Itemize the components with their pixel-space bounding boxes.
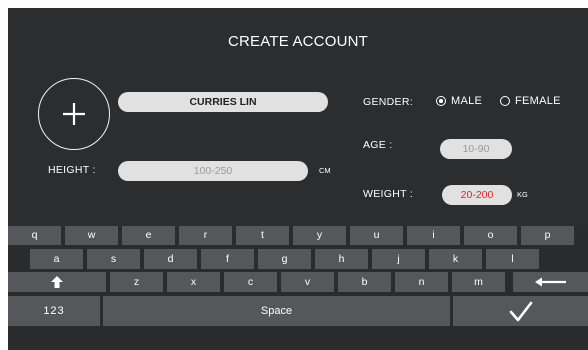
key-label: a xyxy=(53,253,60,265)
keyboard: p o i u y t r e w q l k j h g f d s a m n b v c x z 123 Space xyxy=(8,226,588,350)
key-label: v xyxy=(304,276,311,288)
key-r[interactable]: r xyxy=(179,226,232,245)
key-t[interactable]: t xyxy=(236,226,289,245)
key-label: r xyxy=(203,229,208,241)
key-p[interactable]: p xyxy=(521,226,574,245)
space-key[interactable]: Space xyxy=(103,296,450,326)
key-label: c xyxy=(247,276,254,288)
key-l[interactable]: l xyxy=(486,249,539,269)
height-field[interactable]: 100-250 xyxy=(118,161,308,181)
key-label: s xyxy=(110,253,117,265)
key-u[interactable]: u xyxy=(350,226,403,245)
key-label: d xyxy=(167,253,174,265)
gender-male-radio[interactable]: MALE xyxy=(436,95,482,107)
key-label: n xyxy=(418,276,425,288)
key-label: h xyxy=(338,253,345,265)
space-key-label: Space xyxy=(260,305,293,317)
key-j[interactable]: j xyxy=(372,249,425,269)
age-placeholder: 10-90 xyxy=(462,143,490,155)
key-label: g xyxy=(281,253,288,265)
key-label: j xyxy=(397,253,400,265)
key-label: o xyxy=(487,229,494,241)
key-n[interactable]: n xyxy=(395,272,448,292)
key-x[interactable]: x xyxy=(167,272,220,292)
age-field[interactable]: 10-90 xyxy=(440,139,512,159)
key-label: y xyxy=(316,229,323,241)
key-h[interactable]: h xyxy=(315,249,368,269)
radio-selected-icon xyxy=(436,96,446,106)
key-label: m xyxy=(474,276,483,288)
key-f[interactable]: f xyxy=(201,249,254,269)
key-label: f xyxy=(226,253,229,265)
shift-key[interactable] xyxy=(8,272,106,292)
name-field[interactable]: CURRIES LIN xyxy=(118,92,328,112)
key-v[interactable]: v xyxy=(281,272,334,292)
height-placeholder: 100-250 xyxy=(193,165,233,177)
page-title: CREATE ACCOUNT xyxy=(227,33,369,50)
key-d[interactable]: d xyxy=(144,249,197,269)
gender-male-label: MALE xyxy=(451,95,483,107)
plus-icon xyxy=(63,103,85,125)
key-label: z xyxy=(133,276,140,288)
key-label: q xyxy=(31,229,38,241)
weight-value: 20-200 xyxy=(460,189,494,201)
key-o[interactable]: o xyxy=(464,226,517,245)
backspace-key[interactable] xyxy=(513,272,588,292)
key-e[interactable]: e xyxy=(122,226,175,245)
numbers-key-label: 123 xyxy=(43,305,65,317)
confirm-key[interactable] xyxy=(453,296,588,326)
key-b[interactable]: b xyxy=(338,272,391,292)
key-i[interactable]: i xyxy=(407,226,460,245)
key-c[interactable]: c xyxy=(224,272,277,292)
key-label: e xyxy=(145,229,152,241)
height-unit: CM xyxy=(319,166,331,175)
weight-unit: KG xyxy=(517,190,528,199)
key-s[interactable]: s xyxy=(87,249,140,269)
add-photo-button[interactable] xyxy=(38,78,110,150)
key-m[interactable]: m xyxy=(452,272,505,292)
numbers-key[interactable]: 123 xyxy=(8,296,100,326)
key-label: l xyxy=(511,253,514,265)
key-label: p xyxy=(544,229,551,241)
key-label: w xyxy=(87,229,96,241)
weight-label: WEIGHT : xyxy=(363,188,414,200)
key-label: b xyxy=(361,276,368,288)
checkmark-icon xyxy=(509,301,532,322)
backspace-icon xyxy=(534,277,566,287)
key-label: i xyxy=(432,229,435,241)
age-label: AGE : xyxy=(363,139,393,151)
key-g[interactable]: g xyxy=(258,249,311,269)
key-label: k xyxy=(452,253,459,265)
key-label: x xyxy=(190,276,197,288)
key-q[interactable]: q xyxy=(8,226,61,245)
key-label: t xyxy=(261,229,264,241)
gender-label: GENDER: xyxy=(363,96,413,108)
height-label: HEIGHT : xyxy=(48,164,96,176)
name-value: CURRIES LIN xyxy=(189,96,257,108)
gender-female-label: FEMALE xyxy=(515,95,561,107)
key-y[interactable]: y xyxy=(293,226,346,245)
key-w[interactable]: w xyxy=(65,226,118,245)
radio-unselected-icon xyxy=(500,96,510,106)
shift-icon xyxy=(51,276,63,288)
gender-female-radio[interactable]: FEMALE xyxy=(500,95,561,107)
key-k[interactable]: k xyxy=(429,249,482,269)
key-label: u xyxy=(373,229,380,241)
key-a[interactable]: a xyxy=(30,249,83,269)
weight-field[interactable]: 20-200 xyxy=(442,185,512,205)
create-account-screen: CREATE ACCOUNT CURRIES LIN GENDER: MALE … xyxy=(8,8,588,350)
key-z[interactable]: z xyxy=(110,272,163,292)
